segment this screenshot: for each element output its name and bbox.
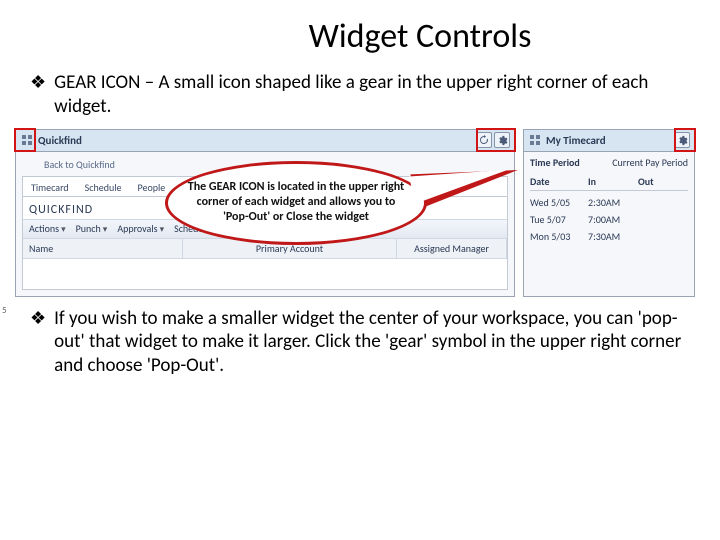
- pay-period-label: Current Pay Period: [612, 156, 688, 169]
- callout-text: The GEAR ICON is located in the upper ri…: [186, 180, 406, 225]
- page-marker: 5: [2, 305, 7, 316]
- cell-in: 7:00AM: [588, 213, 638, 226]
- callout-bubble: The GEAR ICON is located in the upper ri…: [165, 161, 427, 245]
- bullet-diamond-icon: ❖: [30, 71, 46, 94]
- cell-out: [638, 230, 678, 243]
- cell-in: 7:30AM: [588, 230, 638, 243]
- timecard-widget-header: My Timecard: [524, 130, 694, 152]
- refresh-icon[interactable]: [476, 132, 492, 148]
- col-in: In: [588, 175, 638, 188]
- timecard-table: Date In Out Wed 5/05 2:30AM Tue 5/07 7:0…: [530, 175, 688, 245]
- gear-icon[interactable]: [674, 132, 690, 148]
- back-button[interactable]: [22, 156, 40, 174]
- bullet-diamond-icon: ❖: [30, 307, 46, 330]
- page-title: Widget Controls: [150, 16, 690, 57]
- tab-schedule[interactable]: Schedule: [81, 179, 126, 196]
- timecard-subheader: Time Period Current Pay Period: [524, 152, 694, 171]
- table-row: Tue 5/07 7:00AM: [530, 211, 688, 228]
- bullet-gear-icon: ❖ GEAR ICON – A small icon shaped like a…: [30, 71, 690, 119]
- bullet-text: If you wish to make a smaller widget the…: [54, 307, 690, 378]
- widget-grab-icon: [20, 133, 34, 147]
- bullet-text: GEAR ICON – A small icon shaped like a g…: [54, 71, 690, 119]
- cell-out: [638, 213, 678, 226]
- toolbar-actions[interactable]: Actions: [29, 222, 66, 235]
- cell-date: Tue 5/07: [530, 213, 588, 226]
- col-out: Out: [638, 175, 678, 188]
- cell-in: 2:30AM: [588, 196, 638, 209]
- cell-date: Wed 5/05: [530, 196, 588, 209]
- back-label[interactable]: Back to Quickfind: [44, 158, 115, 171]
- toolbar-punch[interactable]: Punch: [76, 222, 108, 235]
- table-row: Wed 5/05 2:30AM: [530, 194, 688, 211]
- timecard-title: My Timecard: [546, 134, 606, 147]
- toolbar-approvals[interactable]: Approvals: [117, 222, 164, 235]
- col-name: Name: [23, 239, 183, 258]
- bullet-popout: ❖ If you wish to make a smaller widget t…: [30, 307, 690, 378]
- tab-people[interactable]: People: [134, 179, 170, 196]
- table-row: Mon 5/03 7:30AM: [530, 228, 688, 245]
- col-date: Date: [530, 175, 588, 188]
- quickfind-title: Quickfind: [38, 134, 82, 147]
- col-manager: Assigned Manager: [397, 239, 507, 258]
- cell-out: [638, 196, 678, 209]
- cell-date: Mon 5/03: [530, 230, 588, 243]
- table-header: Date In Out: [530, 175, 688, 191]
- widget-grab-icon: [528, 133, 542, 147]
- timecard-widget: My Timecard Time Period Current Pay Peri…: [523, 129, 695, 297]
- screenshot-region: Quickfind Back to Quickfind Timecard Sch…: [15, 129, 695, 297]
- quickfind-widget-header: Quickfind: [16, 130, 514, 152]
- tab-timecard[interactable]: Timecard: [27, 179, 73, 196]
- gear-icon[interactable]: [494, 132, 510, 148]
- time-period-label: Time Period: [530, 156, 580, 169]
